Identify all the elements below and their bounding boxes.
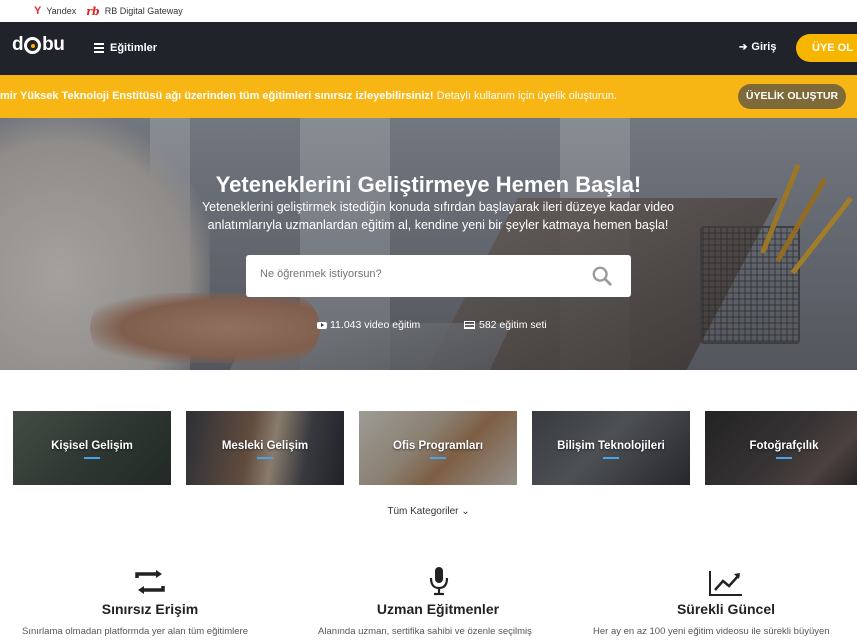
- search-icon[interactable]: [591, 265, 613, 287]
- category-underline: [430, 457, 446, 459]
- feature-description: Her ay en az 100 yeni eğitim videosu ile…: [593, 626, 830, 637]
- hero-subtitle: Yeteneklerini geliştirmek istediğin konu…: [201, 200, 675, 232]
- trainings-menu[interactable]: Eğitimler: [94, 41, 157, 55]
- site-logo[interactable]: d bu: [12, 34, 65, 56]
- repeat-icon: [135, 570, 165, 594]
- logo-mark-icon: [24, 36, 42, 54]
- category-card-ofis-programlari[interactable]: Ofis Programları: [359, 411, 517, 485]
- feature-description: Alanında uzman, sertifika sahibi ve özen…: [318, 626, 532, 637]
- notice-text: mir Yüksek Teknoloji Enstitüsü ağı üzeri…: [0, 90, 617, 102]
- feature-title: Uzman Eğitmenler: [376, 601, 500, 617]
- sign-in-icon: ➔: [739, 41, 748, 53]
- login-label: Giriş: [751, 41, 777, 53]
- microphone-icon: [429, 567, 449, 596]
- set-count-label: 582 eğitim seti: [479, 319, 547, 331]
- category-label: Mesleki Gelişim: [221, 440, 309, 452]
- category-label: Fotoğrafçılık: [749, 440, 819, 452]
- logo-text: d: [12, 34, 24, 55]
- bookmark-label: RB Digital Gateway: [104, 6, 183, 16]
- search-box: [246, 255, 631, 297]
- category-underline: [84, 457, 100, 459]
- trend-up-icon: [709, 571, 742, 596]
- set-count-stat: 582 eğitim seti: [464, 319, 547, 331]
- join-button[interactable]: ÜYE OL: [796, 34, 857, 62]
- notice-bold-text: mir Yüksek Teknoloji Enstitüsü ağı üzeri…: [0, 90, 434, 102]
- create-membership-button[interactable]: ÜYELİK OLUŞTUR: [738, 84, 846, 109]
- video-count-stat: 11.043 video eğitim: [317, 319, 420, 331]
- category-underline: [257, 457, 273, 459]
- video-icon: [317, 321, 327, 329]
- feature-title: Sürekli Güncel: [676, 601, 776, 617]
- rb-digital-icon: rb: [86, 4, 100, 18]
- logo-text: bu: [42, 34, 65, 55]
- bookmark-rb-digital-gateway[interactable]: rb RB Digital Gateway: [86, 5, 183, 18]
- hero-title: Yeteneklerini Geliştirmeye Hemen Başla!: [215, 172, 642, 197]
- video-count-label: 11.043 video eğitim: [330, 319, 421, 331]
- bookmark-label: Yandex: [46, 6, 77, 16]
- category-card-kisisel-gelisim[interactable]: Kişisel Gelişim: [13, 411, 171, 485]
- search-input[interactable]: [260, 268, 580, 280]
- notice-bar: mir Yüksek Teknoloji Enstitüsü ağı üzeri…: [0, 75, 857, 118]
- notice-detail-text: Detaylı kullanım için üyelik oluşturun.: [433, 90, 618, 102]
- category-label: Bilişim Teknolojileri: [557, 440, 665, 452]
- bookmarks-bar: Y Yandex rb RB Digital Gateway: [0, 0, 857, 22]
- all-categories-link[interactable]: Tüm Kategoriler ⌄: [0, 506, 857, 517]
- hero-overlay: [0, 118, 857, 370]
- hero-section: Yeteneklerini Geliştirmeye Hemen Başla! …: [0, 118, 857, 370]
- feature-description: Sınırlama olmadan platformda yer alan tü…: [22, 626, 248, 637]
- list-icon: [464, 321, 475, 329]
- category-card-fotografcilik[interactable]: Fotoğrafçılık: [705, 411, 857, 485]
- category-underline: [603, 457, 619, 459]
- top-navbar: d bu Eğitimler ➔ Giriş ÜYE OL: [0, 22, 857, 75]
- bookmark-yandex[interactable]: Y Yandex: [34, 5, 76, 17]
- category-underline: [776, 457, 792, 459]
- category-card-bilisim-teknolojileri[interactable]: Bilişim Teknolojileri: [532, 411, 690, 485]
- category-card-mesleki-gelisim[interactable]: Mesleki Gelişim: [186, 411, 344, 485]
- yandex-icon: Y: [34, 5, 42, 17]
- login-button[interactable]: ➔ Giriş: [739, 41, 776, 53]
- category-label: Kişisel Gelişim: [51, 440, 133, 452]
- hamburger-icon: [94, 41, 104, 55]
- trainings-menu-label: Eğitimler: [110, 42, 158, 54]
- feature-title: Sınırsız Erişim: [101, 601, 199, 617]
- category-label: Ofis Programları: [392, 440, 484, 452]
